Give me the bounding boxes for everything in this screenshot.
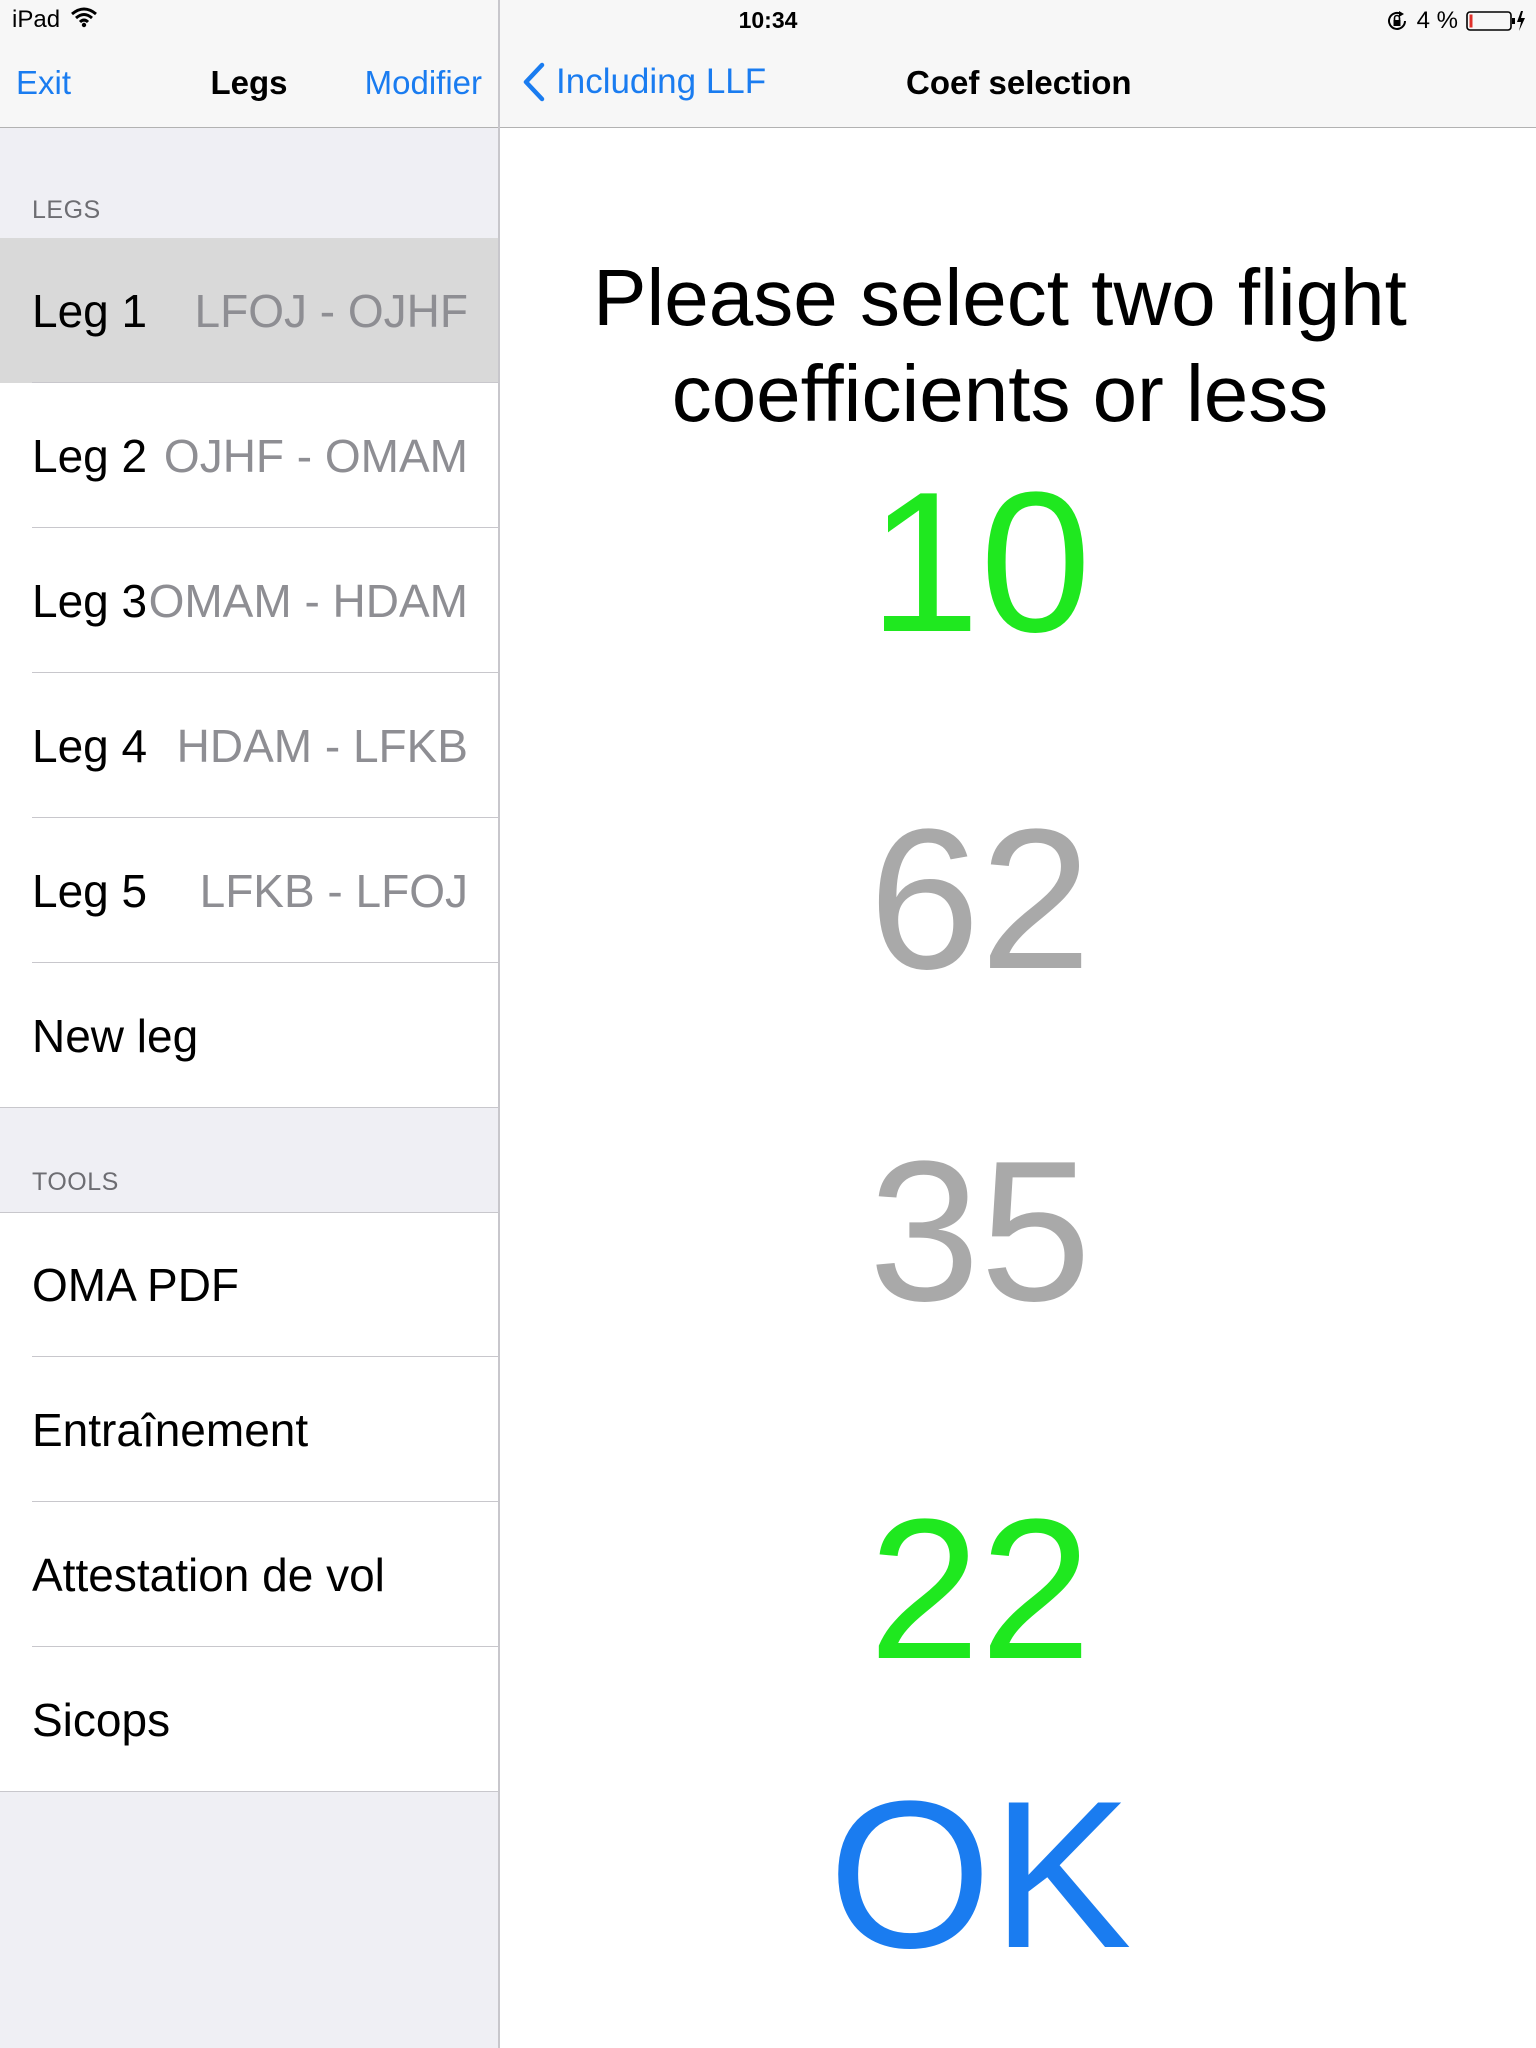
leg-route: HDAM - LFKB [176,719,468,772]
coefficient-option-35[interactable]: 35 [500,1132,1460,1332]
new-leg-row[interactable]: New leg [0,963,498,1108]
tool-label: OMA PDF [32,1258,240,1311]
leg-row-2[interactable]: Leg 2 OJHF - OMAM [0,383,498,528]
master-pane: Exit Legs Modifier LEGS Leg 1 LFOJ - OJH… [0,0,500,2048]
back-button-label: Including LLF [556,62,767,101]
battery-charging-icon [1466,11,1525,31]
status-indicators: 4 % [1385,7,1526,35]
leg-route: LFOJ - OJHF [194,284,468,337]
ok-button[interactable]: OK [500,1770,1460,1980]
legs-list: Leg 1 LFOJ - OJHF Leg 2 OJHF - OMAM Leg … [0,238,498,1108]
selection-prompt: Please select two flight coefficients or… [500,250,1500,442]
detail-title: Coef selection [906,64,1132,101]
clock: 10:34 [738,7,798,33]
leg-label: Leg 4 [32,719,148,772]
leg-row-4[interactable]: Leg 4 HDAM - LFKB [0,673,498,818]
rotation-lock-icon [1387,11,1406,30]
status-bar: iPad 10:34 4 % [0,0,1536,40]
detail-pane: Including LLF Coef selection Please sele… [500,0,1536,2048]
leg-row-3[interactable]: Leg 3 OMAM - HDAM [0,528,498,673]
coefficient-option-10[interactable]: 10 [500,463,1460,663]
screen: Exit Legs Modifier LEGS Leg 1 LFOJ - OJH… [0,0,1536,2048]
tool-label: Sicops [32,1693,171,1746]
tools-section-header: TOOLS [32,1168,119,1196]
tool-row-oma-pdf[interactable]: OMA PDF [0,1212,498,1357]
leg-label: Leg 1 [32,284,148,337]
tool-row-sicops[interactable]: Sicops [0,1647,498,1792]
leg-route: LFKB - LFOJ [199,864,468,917]
coefficient-option-22[interactable]: 22 [500,1490,1460,1690]
chevron-left-icon [523,62,545,102]
legs-section-header: LEGS [32,196,101,224]
leg-label: Leg 5 [32,864,148,917]
back-button[interactable]: Including LLF [522,62,766,102]
leg-row-1[interactable]: Leg 1 LFOJ - OJHF [0,238,498,383]
tool-row-attestation[interactable]: Attestation de vol [0,1502,498,1647]
modifier-button[interactable]: Modifier [365,64,482,102]
tools-list: OMA PDF Entraînement Attestation de vol … [0,1212,498,1792]
tool-label: Entraînement [32,1403,309,1456]
leg-row-5[interactable]: Leg 5 LFKB - LFOJ [0,818,498,963]
battery-percent: 4 % [1416,7,1458,34]
leg-route: OJHF - OMAM [163,429,468,482]
new-leg-label: New leg [32,1009,199,1062]
tool-label: Attestation de vol [32,1548,385,1601]
leg-route: OMAM - HDAM [148,574,468,627]
prompt-line-1: Please select two flight [593,253,1407,342]
leg-label: Leg 3 [32,574,148,627]
leg-label: Leg 2 [32,429,148,482]
prompt-line-2: coefficients or less [671,349,1329,438]
coefficient-option-62[interactable]: 62 [500,800,1460,1000]
tool-row-entrainement[interactable]: Entraînement [0,1357,498,1502]
